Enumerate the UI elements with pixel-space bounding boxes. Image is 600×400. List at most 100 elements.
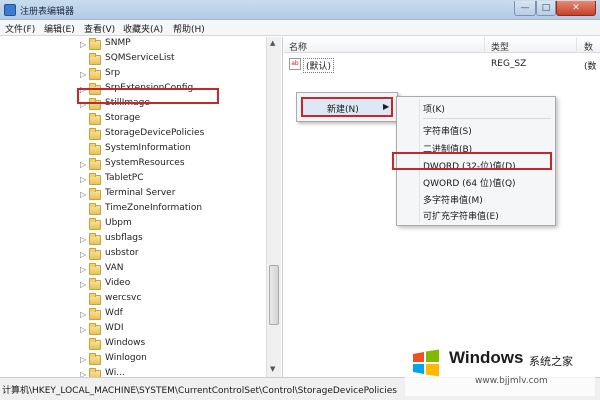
tree-item-label: Windows: [105, 338, 146, 348]
tree-item-terminal-server[interactable]: ▷ Terminal Server: [80, 188, 270, 203]
value-type: REG_SZ: [491, 59, 527, 69]
tree-scrollbar-thumb[interactable]: [269, 265, 279, 325]
tree-item-tabletpc[interactable]: ▷ TabletPC: [80, 173, 270, 188]
column-type[interactable]: 类型: [491, 40, 509, 53]
tree-item-label: SystemResources: [105, 158, 185, 168]
new-menu-item[interactable]: 新建(N) ▶: [301, 97, 393, 117]
tree-item-storagedevicepolicies[interactable]: StorageDevicePolicies: [80, 128, 270, 143]
folder-icon: [89, 218, 101, 230]
expand-icon[interactable]: ▷: [80, 190, 86, 199]
value-data: (数: [584, 62, 597, 72]
folder-icon: [89, 158, 101, 170]
tree-item-label: usbstor: [105, 248, 139, 258]
folder-icon: [89, 263, 101, 275]
tree-item-label: Winlogon: [105, 353, 147, 363]
expand-icon[interactable]: ▷: [80, 70, 86, 79]
scroll-up-arrow-icon[interactable]: ▲: [270, 39, 275, 47]
menu-view[interactable]: 查看(V): [84, 22, 115, 35]
value-row[interactable]: ab (默认) REG_SZ (数: [284, 57, 600, 73]
expand-icon[interactable]: ▷: [80, 325, 86, 334]
folder-icon: [89, 323, 101, 335]
tree-highlight-box: [77, 88, 219, 104]
tree-item-truncated[interactable]: ▷ Wi...: [80, 368, 270, 377]
folder-icon: [89, 68, 101, 80]
scroll-down-arrow-icon[interactable]: ▼: [270, 365, 275, 373]
tree-item-windows[interactable]: Windows: [80, 338, 270, 353]
tree-item-label: usbflags: [105, 233, 143, 243]
tree-item-wercsvc[interactable]: wercsvc: [80, 293, 270, 308]
window-title: 注册表编辑器: [20, 7, 75, 17]
tree-item-video[interactable]: ▷ Video: [80, 278, 270, 293]
column-data[interactable]: 数: [584, 40, 593, 53]
submenu-item-multi-string[interactable]: 多字符串值(M): [423, 193, 483, 206]
tree-item-label: Srp: [105, 68, 121, 78]
tree-item-srp[interactable]: ▷ Srp: [80, 68, 270, 83]
menu-favorites[interactable]: 收藏夹(A): [123, 22, 163, 35]
tree-item-label: TimeZoneInformation: [105, 203, 203, 213]
minimize-button[interactable]: —: [514, 1, 536, 16]
tree-item-label: SystemInformation: [105, 143, 191, 153]
close-button[interactable]: ✕: [556, 1, 596, 16]
watermark-brand: Windows: [449, 348, 524, 367]
maximize-button[interactable]: □: [536, 1, 556, 16]
menu-help[interactable]: 帮助(H): [173, 22, 205, 35]
regedit-app-icon: [4, 4, 16, 16]
expand-icon[interactable]: ▷: [80, 235, 86, 244]
expand-icon[interactable]: ▷: [80, 370, 86, 377]
folder-icon: [89, 293, 101, 305]
expand-icon[interactable]: ▷: [80, 175, 86, 184]
tree-item-timezoneinformation[interactable]: TimeZoneInformation: [80, 203, 270, 218]
tree-item-label: WDI: [105, 323, 124, 333]
expand-icon[interactable]: ▷: [80, 250, 86, 259]
expand-icon[interactable]: ▷: [80, 280, 86, 289]
tree-item-systeminformation[interactable]: SystemInformation: [80, 143, 270, 158]
folder-icon: [89, 53, 101, 65]
tree-item-label: Storage: [105, 113, 141, 123]
folder-icon: [89, 353, 101, 365]
tree-item-ubpm[interactable]: Ubpm: [80, 218, 270, 233]
tree-item-usbflags[interactable]: ▷ usbflags: [80, 233, 270, 248]
watermark-subtitle: 系统之家: [529, 355, 573, 368]
tree-item-usbstor[interactable]: ▷ usbstor: [80, 248, 270, 263]
list-header: 名称 类型 数: [284, 37, 600, 53]
folder-icon: [89, 278, 101, 290]
tree-item-label: Wdf: [105, 308, 123, 318]
tree-item-van[interactable]: ▷ VAN: [80, 263, 270, 278]
tree-item-storage[interactable]: Storage: [80, 113, 270, 128]
tree-item-label: VAN: [105, 263, 124, 273]
submenu-arrow-icon: ▶: [383, 102, 390, 111]
value-name: (默认): [303, 58, 335, 73]
folder-icon: [89, 113, 101, 125]
tree-item-sqmservicelist[interactable]: SQMServiceList: [80, 53, 270, 68]
tree-item-wdf[interactable]: ▷ Wdf: [80, 308, 270, 323]
tree-item-winlogon[interactable]: ▷ Winlogon: [80, 353, 270, 368]
folder-icon: [89, 128, 101, 140]
submenu-item-expandable-string[interactable]: 可扩充字符串值(E): [423, 209, 499, 222]
folder-icon: [89, 308, 101, 320]
submenu-item-key[interactable]: 项(K): [423, 102, 445, 115]
watermark-url: www.bjjmlv.com: [475, 376, 548, 386]
submenu-item-string[interactable]: 字符串值(S): [423, 124, 472, 137]
submenu-item-qword[interactable]: QWORD (64 位)值(Q): [423, 176, 516, 189]
expand-icon[interactable]: ▷: [80, 265, 86, 274]
tree-item-label: Wi...: [105, 368, 125, 377]
string-value-icon: ab: [289, 58, 301, 70]
tree-item-systemresources[interactable]: ▷ SystemResources: [80, 158, 270, 173]
expand-icon[interactable]: ▷: [80, 355, 86, 364]
column-divider[interactable]: [484, 37, 485, 53]
tree-item-label: TabletPC: [105, 173, 144, 183]
folder-icon: [89, 338, 101, 350]
tree-item-wdi[interactable]: ▷ WDI: [80, 323, 270, 338]
menu-file[interactable]: 文件(F): [5, 22, 35, 35]
tree-item-label: Terminal Server: [105, 188, 176, 198]
menu-edit[interactable]: 编辑(E): [44, 22, 75, 35]
tree-scrollbar[interactable]: ▲ ▼: [266, 37, 281, 377]
expand-icon[interactable]: ▷: [80, 160, 86, 169]
dword-highlight-box: [392, 152, 552, 170]
expand-icon[interactable]: ▷: [80, 310, 86, 319]
tree-item-snmp[interactable]: ▷ SNMP: [80, 38, 270, 53]
column-divider[interactable]: [576, 37, 577, 53]
column-name[interactable]: 名称: [289, 40, 307, 53]
tree-item-label: StorageDevicePolicies: [105, 128, 205, 138]
expand-icon[interactable]: ▷: [80, 40, 86, 49]
